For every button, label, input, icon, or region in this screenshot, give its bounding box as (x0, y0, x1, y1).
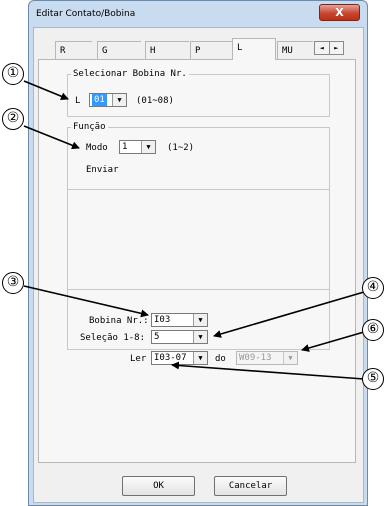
annotation-arrow-2 (23, 125, 80, 150)
marker-2: ② (2, 108, 24, 130)
annotation-arrows (23, 80, 365, 380)
annotation-arrow-3 (23, 285, 149, 318)
marker-4: ④ (362, 277, 384, 299)
marker-3: ③ (2, 272, 24, 294)
marker-5: ⑤ (362, 368, 384, 390)
marker-6: ⑥ (362, 319, 384, 341)
annotation-arrow-4 (213, 291, 365, 338)
marker-1: ① (2, 63, 24, 85)
annotation-arrow-6 (301, 331, 365, 352)
annotation-arrow-1 (23, 80, 69, 101)
annotation-arrow-5 (171, 361, 365, 380)
